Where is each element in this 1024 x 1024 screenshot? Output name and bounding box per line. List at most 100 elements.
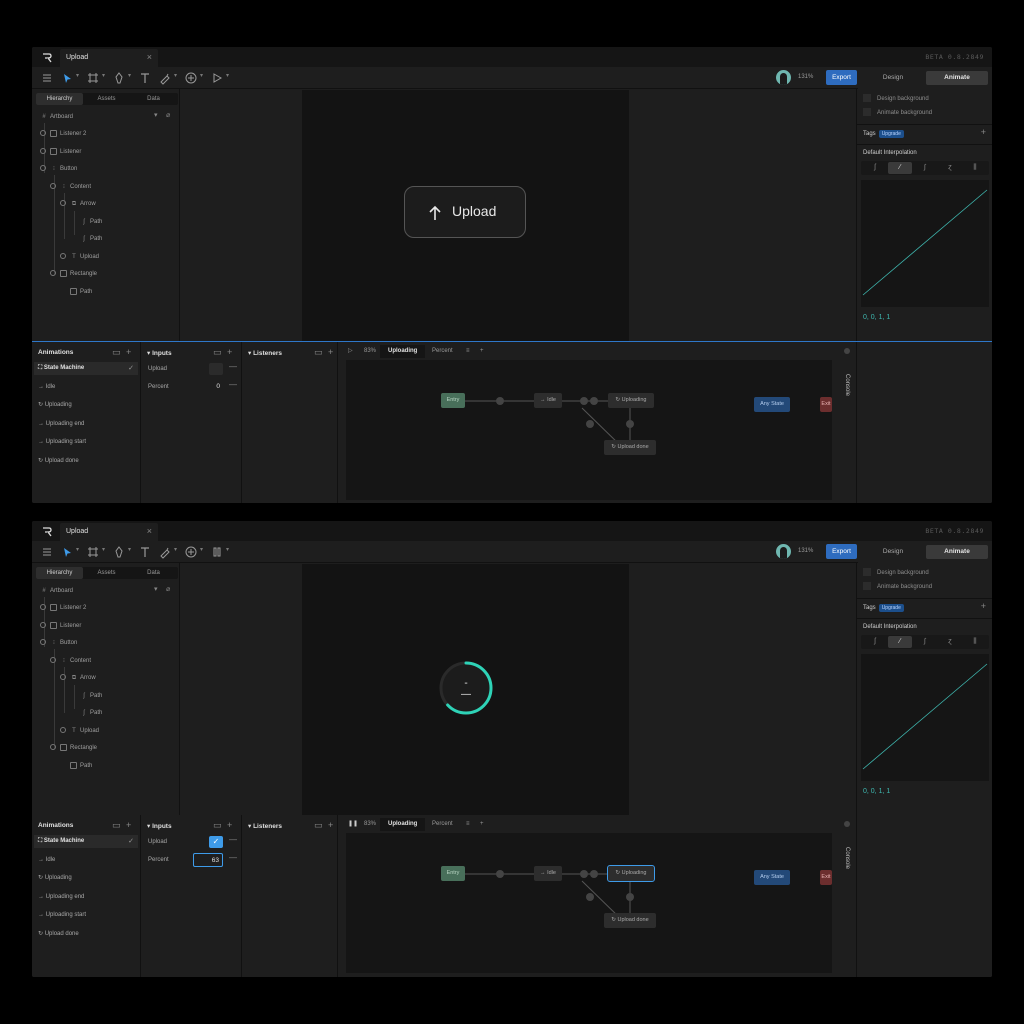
tree-item-path[interactable]: ʃ Path (80, 233, 102, 245)
animation-item-idle[interactable]: → Idle (38, 381, 55, 394)
upload-done-node[interactable]: ↻ Upload done (604, 440, 656, 455)
tab-percent-layer[interactable]: Percent (424, 818, 461, 831)
any-state-node[interactable]: Any State (754, 397, 790, 412)
upgrade-badge[interactable]: Upgrade (878, 130, 904, 138)
tab-assets[interactable]: Assets (83, 567, 130, 579)
visibility-icon[interactable] (40, 604, 46, 611)
animate-background-checkbox[interactable] (863, 582, 871, 591)
console-toggle-icon[interactable] (844, 821, 850, 827)
console-label[interactable]: Console (844, 847, 850, 869)
add-animation-icon[interactable]: + (126, 347, 131, 357)
upload-input-checkbox[interactable] (209, 363, 223, 375)
text-tool-icon[interactable] (138, 545, 152, 559)
close-tab-icon[interactable]: × (147, 52, 152, 62)
add-tag-icon[interactable]: + (981, 601, 986, 611)
tab-hierarchy[interactable]: Hierarchy (36, 93, 83, 105)
remove-input-icon[interactable]: — (229, 362, 237, 371)
any-state-node[interactable]: Any State (754, 870, 790, 885)
ease-interp-icon[interactable]: ɀ (938, 636, 962, 648)
entry-node[interactable]: Entry (441, 393, 465, 408)
visibility-icon[interactable] (40, 148, 46, 155)
tree-item-content[interactable]: ⁝ Content (50, 655, 91, 667)
tree-item-listener[interactable]: Listener (40, 620, 81, 632)
tree-item-upload-text[interactable]: T Upload (60, 251, 99, 263)
chevron-down-icon[interactable]: ▾ (154, 111, 158, 119)
upload-input-checkbox[interactable]: ✓ (209, 836, 223, 848)
chevron-down-icon[interactable]: ▾ (200, 72, 203, 79)
bone-tool-icon[interactable] (112, 71, 126, 85)
tree-item-path[interactable]: ʃ Path (80, 690, 102, 702)
export-button[interactable]: Export (826, 70, 857, 85)
bone-tool-icon[interactable] (112, 545, 126, 559)
chevron-down-icon[interactable]: ▾ (174, 546, 177, 553)
chevron-down-icon[interactable]: ▾ (102, 546, 105, 553)
animation-item-state-machine[interactable]: ⛶ State Machine ✓ (34, 362, 138, 375)
design-background-checkbox[interactable] (863, 94, 871, 103)
curve-editor[interactable] (861, 654, 989, 781)
idle-node[interactable]: → Idle (534, 393, 562, 408)
console-label[interactable]: Console (844, 374, 850, 396)
exit-node[interactable]: Exit (820, 870, 832, 885)
design-mode-tab[interactable]: Design (862, 71, 924, 85)
curve-editor[interactable] (861, 180, 989, 307)
animation-item-upload-done[interactable]: ↻ Upload done (38, 455, 79, 468)
add-animation-icon[interactable]: + (126, 820, 131, 830)
tree-item-button[interactable]: ⁝ Button (40, 163, 77, 175)
tree-item-rectangle[interactable]: Rectangle (50, 268, 97, 280)
avatar[interactable] (776, 544, 791, 559)
hold-interp-icon[interactable]: ʃ (863, 162, 887, 174)
zoom-level[interactable]: 131% (798, 74, 813, 80)
visibility-icon[interactable] (40, 165, 46, 172)
procedural-tool-icon[interactable] (184, 545, 198, 559)
linear-interp-icon[interactable]: ⁄ (888, 162, 912, 174)
entry-node[interactable]: Entry (441, 866, 465, 881)
animate-background-toggle[interactable]: Animate background (863, 107, 932, 119)
artboard-tool-icon[interactable] (86, 71, 100, 85)
chevron-down-icon[interactable]: ▾ (226, 72, 229, 79)
tree-item-path[interactable]: Path (70, 286, 92, 298)
upload-button-preview[interactable]: Upload (404, 186, 526, 238)
chevron-down-icon[interactable]: ▾ (226, 546, 229, 553)
text-tool-icon[interactable] (138, 71, 152, 85)
animation-item-uploading-start[interactable]: → Uploading start (38, 909, 86, 922)
tree-item-path[interactable]: Path (70, 760, 92, 772)
zoom-level[interactable]: 131% (798, 548, 813, 554)
play-icon[interactable] (210, 71, 224, 85)
artboard-canvas[interactable]: Upload (302, 90, 629, 341)
animate-background-toggle[interactable]: Animate background (863, 581, 932, 593)
animate-background-checkbox[interactable] (863, 108, 871, 117)
visibility-icon[interactable] (40, 130, 46, 137)
tab-uploading-layer[interactable]: Uploading (380, 345, 426, 358)
chevron-down-icon[interactable]: ▾ (128, 546, 131, 553)
folder-icon[interactable]: ▭ (314, 820, 323, 831)
add-input-icon[interactable]: + (227, 820, 232, 830)
tree-item-path[interactable]: ʃ Path (80, 216, 102, 228)
animation-item-idle[interactable]: → Idle (38, 854, 55, 867)
rive-logo-icon[interactable] (41, 526, 53, 538)
idle-node[interactable]: → Idle (534, 866, 562, 881)
folder-icon[interactable]: ▭ (112, 347, 121, 358)
percent-input-field[interactable]: 0 (193, 380, 223, 394)
tree-item-artboard[interactable]: # Artboard (40, 585, 73, 597)
upgrade-badge[interactable]: Upgrade (878, 604, 904, 612)
elastic-interp-icon[interactable]: ⫼ (963, 636, 987, 648)
elastic-interp-icon[interactable]: ⫼ (963, 162, 987, 174)
tree-item-listener[interactable]: Listener (40, 146, 81, 158)
visibility-icon[interactable] (50, 657, 56, 664)
upload-done-node[interactable]: ↻ Upload done (604, 913, 656, 928)
tree-item-listener-2[interactable]: Listener 2 (40, 128, 86, 140)
linear-interp-icon[interactable]: ⁄ (888, 636, 912, 648)
file-tab[interactable]: Upload × (60, 49, 158, 67)
chevron-down-icon[interactable]: ▾ (200, 546, 203, 553)
add-input-icon[interactable]: + (227, 347, 232, 357)
visibility-icon[interactable] (60, 253, 66, 260)
animation-item-uploading[interactable]: ↻ Uploading (38, 399, 72, 412)
exit-node[interactable]: Exit (820, 397, 832, 412)
add-tag-icon[interactable]: + (981, 127, 986, 137)
uploading-node-active[interactable]: ↻ Uploading (607, 865, 655, 882)
tree-item-arrow[interactable]: ⧉ Arrow (60, 672, 96, 684)
link-icon[interactable]: ⌀ (166, 585, 170, 593)
rive-logo-icon[interactable] (41, 52, 53, 64)
visibility-icon[interactable] (50, 270, 56, 277)
cubic-interp-icon[interactable]: ∫ (913, 636, 937, 648)
